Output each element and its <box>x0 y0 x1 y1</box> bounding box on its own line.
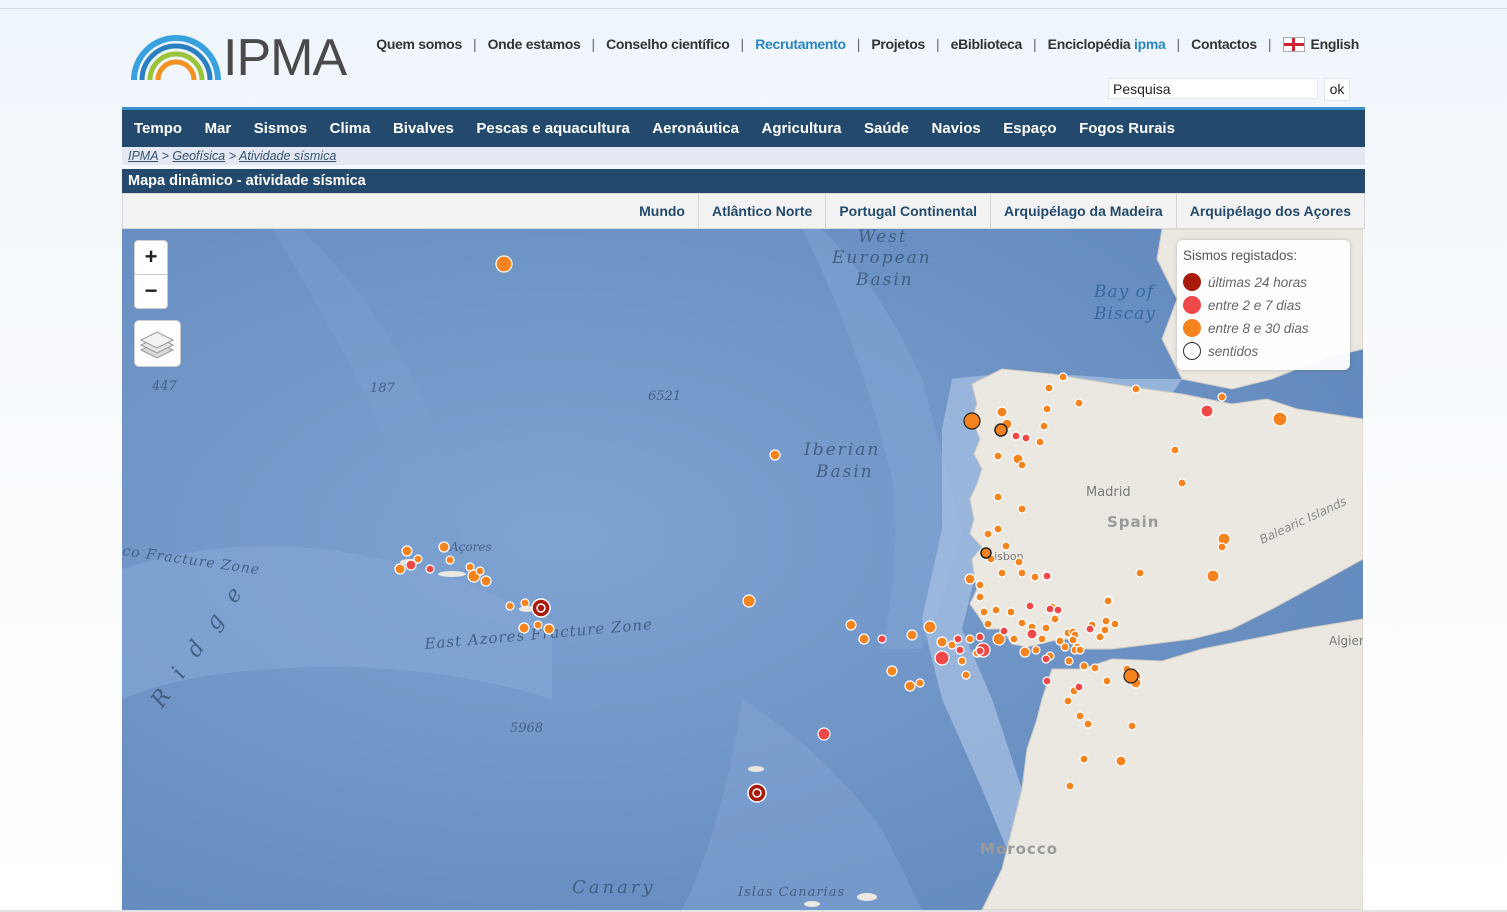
region-tabs: Mundo Atlântico Norte Portugal Continent… <box>122 193 1365 229</box>
link-onde-estamos[interactable]: Onde estamos <box>488 36 581 52</box>
label-depth-447: 447 <box>151 379 178 394</box>
link-quem-somos[interactable]: Quem somos <box>376 36 462 52</box>
link-english[interactable]: English <box>1311 36 1360 52</box>
layers-button[interactable] <box>134 320 181 367</box>
link-projetos[interactable]: Projetos <box>871 36 925 52</box>
search-input[interactable] <box>1108 78 1318 99</box>
top-divider <box>0 8 1507 9</box>
legend-dot-8-30 <box>1183 319 1201 337</box>
legend-item-felt: sentidos <box>1183 341 1258 361</box>
label-spain: Spain <box>1107 513 1159 531</box>
tab-madeira[interactable]: Arquipélago da Madeira <box>990 194 1176 228</box>
nav-mar[interactable]: Mar <box>205 120 232 137</box>
tab-atlantico-norte[interactable]: Atlântico Norte <box>697 194 825 228</box>
legend-dot-felt <box>1183 342 1201 360</box>
label-west: West <box>858 229 908 247</box>
zoom-in-button[interactable]: + <box>135 241 167 275</box>
legend-dot-2-7 <box>1183 296 1201 314</box>
zoom-out-button[interactable]: − <box>135 275 167 308</box>
label-acores: Açores <box>449 540 492 554</box>
nav-pescas[interactable]: Pescas e aquacultura <box>476 120 629 137</box>
link-recrutamento[interactable]: Recrutamento <box>755 36 846 52</box>
nav-tempo[interactable]: Tempo <box>134 120 182 137</box>
label-basin-2: Basin <box>815 462 874 482</box>
label-morocco: Morocco <box>980 840 1058 858</box>
legend-item-24h: últimas 24 horas <box>1183 272 1307 292</box>
label-iberian: Iberian <box>803 440 880 460</box>
breadcrumb-geofisica[interactable]: Geofísica <box>172 149 225 163</box>
search-ok-button[interactable]: ok <box>1324 78 1350 101</box>
label-islas-canarias: Islas Canarias <box>737 885 845 900</box>
label-depth-6521: 6521 <box>648 389 681 404</box>
nav-clima[interactable]: Clima <box>330 120 371 137</box>
nav-agricultura[interactable]: Agricultura <box>761 120 841 137</box>
nav-bivalves[interactable]: Bivalves <box>393 120 454 137</box>
link-enciclopedia[interactable]: Enciclopédia ipma <box>1048 36 1166 52</box>
label-depth-187: 187 <box>370 381 396 396</box>
label-basin-1: Basin <box>855 270 914 290</box>
uk-flag-icon[interactable] <box>1282 36 1305 52</box>
nav-navios[interactable]: Navios <box>932 120 981 137</box>
main-nav: Tempo Mar Sismos Clima Bivalves Pescas e… <box>122 107 1365 147</box>
nav-fogos[interactable]: Fogos Rurais <box>1079 120 1175 137</box>
map-legend: Sismos registados: últimas 24 horas entr… <box>1177 240 1350 370</box>
link-contactos[interactable]: Contactos <box>1191 36 1257 52</box>
layers-icon <box>139 331 175 359</box>
label-bay-of: Bay of <box>1093 282 1156 302</box>
legend-item-8-30: entre 8 e 30 dias <box>1183 318 1309 338</box>
top-links: Quem somos | Onde estamos | Conselho cient… <box>376 36 1359 52</box>
tab-portugal-continental[interactable]: Portugal Continental <box>825 194 990 228</box>
link-ebiblioteca[interactable]: eBiblioteca <box>951 36 1023 52</box>
tab-mundo[interactable]: Mundo <box>626 194 698 228</box>
link-conselho[interactable]: Conselho científico <box>606 36 730 52</box>
zoom-control: + − <box>134 240 168 309</box>
page-title: Mapa dinâmico - atividade sísmica <box>122 169 1365 193</box>
breadcrumb-ipma[interactable]: IPMA <box>128 149 158 163</box>
nav-sismos[interactable]: Sismos <box>254 120 307 137</box>
nav-saude[interactable]: Saúde <box>864 120 909 137</box>
label-madrid: Madrid <box>1086 485 1131 500</box>
label-biscay: Biscay <box>1093 304 1156 324</box>
label-european: European <box>831 248 932 268</box>
nav-aeronautica[interactable]: Aeronáutica <box>652 120 739 137</box>
legend-dot-24h <box>1183 273 1201 291</box>
label-canary: Canary <box>572 877 656 898</box>
tab-acores[interactable]: Arquipélago dos Açores <box>1175 194 1364 228</box>
label-algiers: Algier <box>1329 634 1363 648</box>
logo-text[interactable]: IPMA <box>223 30 347 86</box>
nav-espaco[interactable]: Espaço <box>1003 120 1056 137</box>
breadcrumb-atividade[interactable]: Atividade sísmica <box>239 149 336 163</box>
legend-title: Sismos registados: <box>1183 248 1298 263</box>
legend-item-2-7: entre 2 e 7 dias <box>1183 295 1301 315</box>
label-depth-5968: 5968 <box>510 721 543 736</box>
breadcrumb: IPMA > Geofísica > Atividade sísmica <box>122 147 1365 165</box>
